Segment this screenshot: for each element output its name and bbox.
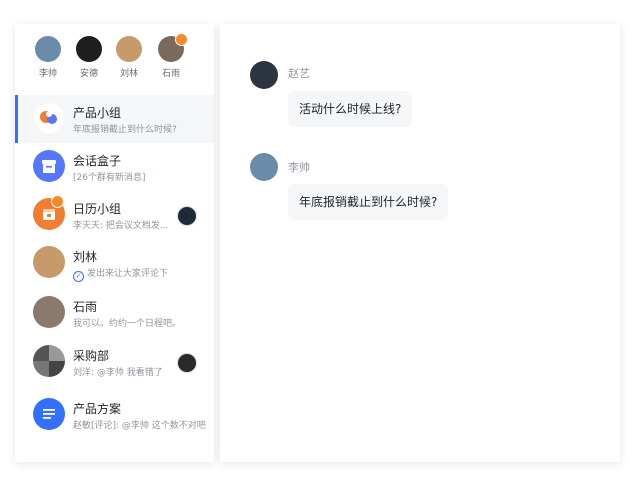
chat-item-shiyu[interactable]: 石雨 我可以。约约一个日程吧。	[15, 289, 214, 337]
chat-title: 采购部	[73, 349, 110, 363]
avatar	[250, 61, 278, 89]
chat-item-product-plan[interactable]: 产品方案 赵敏[评论]: @李帅 这个数不对吧	[15, 391, 214, 439]
chat-item-liulin[interactable]: 刘林 ✓ 发出来让大家评论下	[15, 239, 214, 287]
message-sender: 李帅	[288, 161, 310, 174]
favorite-contacts-row: 李帅 安德 刘林 石雨	[15, 33, 214, 100]
chat-item-calendar-group[interactable]: 日历小组 李天天: 把会议文档发...	[15, 191, 214, 239]
message-bubble: 活动什么时候上线?	[288, 91, 413, 127]
avatar	[33, 296, 65, 328]
avatar	[177, 206, 197, 226]
chat-list-panel: 李帅 安德 刘林 石雨 产品小组 年底报销截止到什么时候? 会话盒子 [26个群…	[15, 24, 214, 462]
chat-title: 会话盒子	[73, 154, 122, 168]
message-bubble: 年底报销截止到什么时候?	[288, 184, 449, 220]
chat-item-product-group[interactable]: 产品小组 年底报销截止到什么时候?	[15, 95, 214, 143]
chat-preview: 刘洋: @李帅 我看错了	[73, 368, 163, 378]
favorite-contact[interactable]: 刘林	[109, 36, 149, 79]
chat-preview: 李天天: 把会议文档发...	[73, 221, 169, 231]
notification-badge-icon	[51, 195, 64, 208]
avatar	[250, 153, 278, 181]
chat-preview: [26个群有新消息]	[73, 173, 146, 183]
favorite-name: 李帅	[38, 69, 57, 79]
chat-title: 刘林	[73, 250, 98, 264]
read-check-icon: ✓	[73, 271, 84, 282]
chat-preview-text: 发出来让大家评论下	[87, 269, 169, 279]
avatar	[33, 246, 65, 278]
favorite-contact[interactable]: 石雨	[151, 33, 191, 79]
avatar	[35, 36, 61, 62]
favorite-contact[interactable]: 安德	[69, 36, 109, 79]
chat-title: 产品方案	[73, 402, 122, 416]
avatar	[116, 36, 142, 62]
message-sender: 赵艺	[288, 67, 310, 80]
favorite-name: 刘林	[119, 69, 138, 79]
chat-item-session-box[interactable]: 会话盒子 [26个群有新消息]	[15, 143, 214, 191]
active-indicator	[15, 95, 18, 143]
group-avatar-icon	[33, 345, 65, 377]
avatar	[76, 36, 102, 62]
favorite-contact[interactable]: 李帅	[28, 36, 68, 79]
group-avatar-icon	[33, 102, 65, 134]
avatar	[177, 353, 197, 373]
chat-title: 产品小组	[73, 106, 122, 120]
document-icon	[33, 398, 65, 430]
chat-preview: 年底报销截止到什么时候?	[73, 125, 177, 135]
chat-preview: ✓ 发出来让大家评论下	[73, 266, 168, 282]
chat-title: 日历小组	[73, 202, 122, 216]
conversation-panel: 赵艺 活动什么时候上线? 李帅 年底报销截止到什么时候?	[220, 24, 620, 462]
chat-item-procurement[interactable]: 采购部 刘洋: @李帅 我看错了	[15, 338, 214, 386]
notification-badge-icon	[175, 33, 188, 46]
favorite-name: 石雨	[161, 69, 180, 79]
favorite-name: 安德	[79, 69, 98, 79]
chat-preview: 我可以。约约一个日程吧。	[73, 319, 182, 329]
archive-box-icon	[33, 150, 65, 182]
chat-title: 石雨	[73, 300, 98, 314]
chat-preview: 赵敏[评论]: @李帅 这个数不对吧	[73, 421, 206, 431]
avatar	[158, 33, 188, 62]
